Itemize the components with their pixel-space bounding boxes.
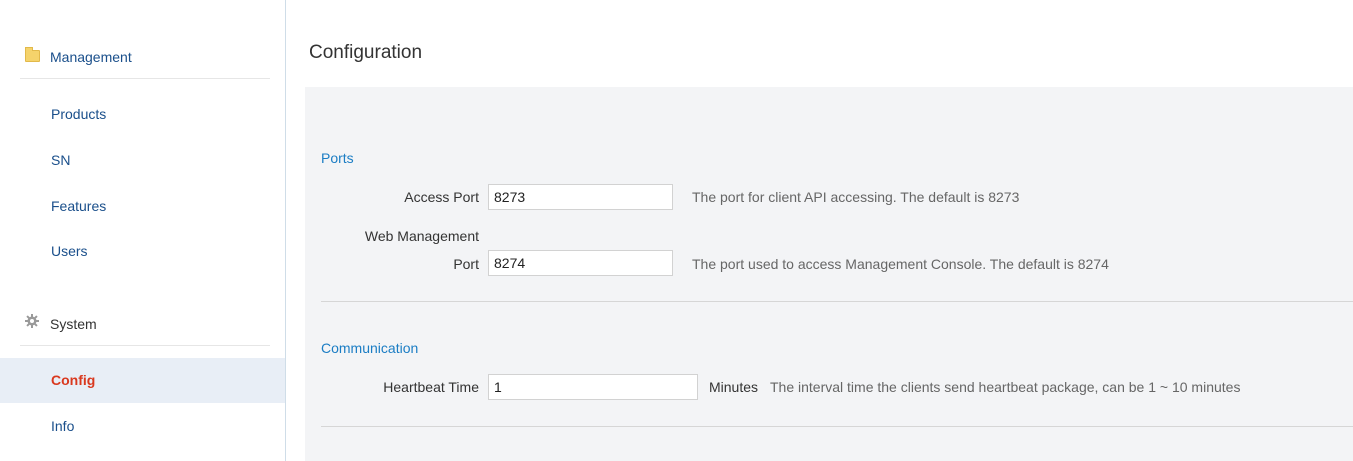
config-panel: Ports Access Port The port for client AP… xyxy=(305,87,1353,461)
sidebar-section-title: Management xyxy=(50,49,132,65)
sidebar-section-management[interactable]: Management xyxy=(20,33,270,79)
heartbeat-time-label: Heartbeat Time xyxy=(383,379,479,395)
divider xyxy=(321,426,1353,427)
gear-icon xyxy=(25,314,39,328)
web-management-port-hint: The port used to access Management Conso… xyxy=(692,256,1109,272)
group-title-ports: Ports xyxy=(321,150,354,166)
sidebar-item-products[interactable]: Products xyxy=(0,92,285,137)
sidebar-item-config[interactable]: Config xyxy=(0,358,285,403)
heartbeat-time-hint: The interval time the clients send heart… xyxy=(770,379,1241,395)
access-port-label: Access Port xyxy=(404,189,479,205)
access-port-hint: The port for client API accessing. The d… xyxy=(692,189,1020,205)
sidebar-section-title: System xyxy=(50,316,97,332)
page-title: Configuration xyxy=(309,42,423,63)
sidebar-section-system[interactable]: System xyxy=(20,300,270,346)
sidebar-item-features[interactable]: Features xyxy=(0,184,285,229)
web-management-port-label-line1: Web Management xyxy=(364,228,479,244)
heartbeat-time-input[interactable] xyxy=(488,374,698,400)
sidebar-item-sn[interactable]: SN xyxy=(0,138,285,183)
web-management-port-input[interactable] xyxy=(488,250,673,276)
access-port-input[interactable] xyxy=(488,184,673,210)
web-management-port-label-line2: Port xyxy=(453,256,479,272)
folder-icon xyxy=(25,47,40,62)
divider xyxy=(321,301,1353,302)
main-content: Configuration Ports Access Port The port… xyxy=(287,0,1353,461)
group-title-communication: Communication xyxy=(321,340,419,356)
heartbeat-unit-label: Minutes xyxy=(709,379,759,395)
sidebar: Management Products SN Features Users Sy… xyxy=(0,0,286,461)
sidebar-item-info[interactable]: Info xyxy=(0,404,285,449)
sidebar-item-users[interactable]: Users xyxy=(0,229,285,274)
